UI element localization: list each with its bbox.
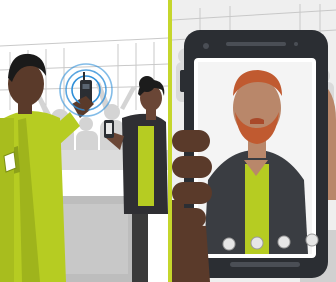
front-camera-icon [203,43,209,49]
illustration [0,0,336,282]
left-panel [0,0,169,282]
video-call-screen [198,62,312,254]
call-control-button-3[interactable] [277,235,291,249]
badge-icon [3,151,17,173]
right-panel [171,0,336,282]
panel-divider [168,0,172,282]
call-control-button-2[interactable] [250,236,264,250]
call-control-button-1[interactable] [222,237,236,251]
call-control-button-4[interactable] [305,233,319,247]
